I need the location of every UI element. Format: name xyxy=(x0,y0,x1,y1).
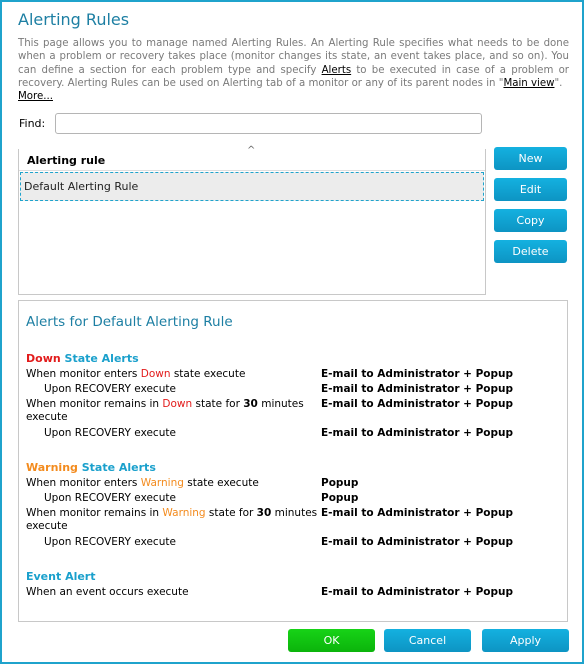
state-word: Down xyxy=(162,398,193,410)
down-remains-recovery-label: Upon RECOVERY execute xyxy=(44,427,176,439)
alerts-link[interactable]: Alerts xyxy=(322,65,352,76)
ok-button[interactable]: OK xyxy=(288,629,375,652)
intro-text: This page allows you to manage named Ale… xyxy=(18,37,569,103)
line-prefix: When monitor enters xyxy=(26,477,141,489)
state-word: Down xyxy=(140,368,171,380)
down-state-alerts-title: Down State Alerts xyxy=(26,352,139,365)
warning-recovery-label: Upon RECOVERY execute xyxy=(44,492,176,504)
page-title: Alerting Rules xyxy=(18,10,130,29)
line-mid: state for xyxy=(192,398,244,410)
down-enter-label: When monitor enters Down state execute xyxy=(26,368,326,381)
down-enter-action[interactable]: E-mail to Administrator + Popup xyxy=(321,368,513,380)
table-row[interactable]: Default Alerting Rule xyxy=(20,172,484,201)
line-mid: state for xyxy=(205,507,257,519)
sort-ascending-icon[interactable]: ^ xyxy=(247,145,255,156)
copy-button[interactable]: Copy xyxy=(494,209,567,232)
alerting-rules-table: ^ Alerting rule Default Alerting Rule xyxy=(18,145,486,295)
warning-remains-recovery-label: Upon RECOVERY execute xyxy=(44,536,176,548)
new-button[interactable]: New xyxy=(494,147,567,170)
line-suffix: state execute xyxy=(183,477,259,489)
warning-enter-label: When monitor enters Warning state execut… xyxy=(26,477,326,490)
alerting-rules-window: Alerting Rules This page allows you to m… xyxy=(0,0,584,664)
warning-state-alerts-title: Warning State Alerts xyxy=(26,461,156,474)
section-title-suffix: State Alerts xyxy=(77,461,156,474)
more-link[interactable]: More... xyxy=(18,91,53,102)
main-view-link[interactable]: Main view xyxy=(503,78,554,89)
down-recovery-action[interactable]: E-mail to Administrator + Popup xyxy=(321,383,513,395)
duration-value: 30 xyxy=(243,398,258,410)
column-header-alerting-rule[interactable]: Alerting rule xyxy=(27,154,105,167)
event-occurs-action[interactable]: E-mail to Administrator + Popup xyxy=(321,586,513,598)
down-remains-label: When monitor remains in Down state for 3… xyxy=(26,398,326,424)
apply-button[interactable]: Apply xyxy=(482,629,569,652)
find-input[interactable] xyxy=(55,113,482,134)
state-word: Warning xyxy=(162,507,206,519)
line-suffix: state execute xyxy=(170,368,246,380)
down-remains-action[interactable]: E-mail to Administrator + Popup xyxy=(321,398,513,410)
event-occurs-label: When an event occurs execute xyxy=(26,586,189,598)
delete-button[interactable]: Delete xyxy=(494,240,567,263)
duration-value: 30 xyxy=(256,507,272,519)
line-prefix: When monitor remains in xyxy=(26,507,163,519)
event-alert-title: Event Alert xyxy=(26,570,96,583)
intro-part3: ". xyxy=(554,77,563,89)
warning-remains-recovery-action[interactable]: E-mail to Administrator + Popup xyxy=(321,536,513,548)
alerts-panel: Alerts for Default Alerting Rule Down St… xyxy=(18,300,568,622)
alerts-panel-title: Alerts for Default Alerting Rule xyxy=(26,314,233,330)
down-recovery-label: Upon RECOVERY execute xyxy=(44,383,176,395)
warning-remains-label: When monitor remains in Warning state fo… xyxy=(26,507,326,533)
down-remains-recovery-action[interactable]: E-mail to Administrator + Popup xyxy=(321,427,513,439)
warning-remains-action[interactable]: E-mail to Administrator + Popup xyxy=(321,507,513,519)
down-state-word: Down xyxy=(26,352,61,365)
warning-recovery-action[interactable]: Popup xyxy=(321,492,358,504)
header-divider xyxy=(19,170,485,171)
cancel-button[interactable]: Cancel xyxy=(384,629,471,652)
find-label: Find: xyxy=(19,117,46,130)
section-title-suffix: State Alerts xyxy=(60,352,139,365)
warning-state-word: Warning xyxy=(26,461,78,474)
line-prefix: When monitor remains in xyxy=(26,398,163,410)
edit-button[interactable]: Edit xyxy=(494,178,567,201)
line-prefix: When monitor enters xyxy=(26,368,141,380)
state-word: Warning xyxy=(140,477,184,489)
warning-enter-action[interactable]: Popup xyxy=(321,477,358,489)
